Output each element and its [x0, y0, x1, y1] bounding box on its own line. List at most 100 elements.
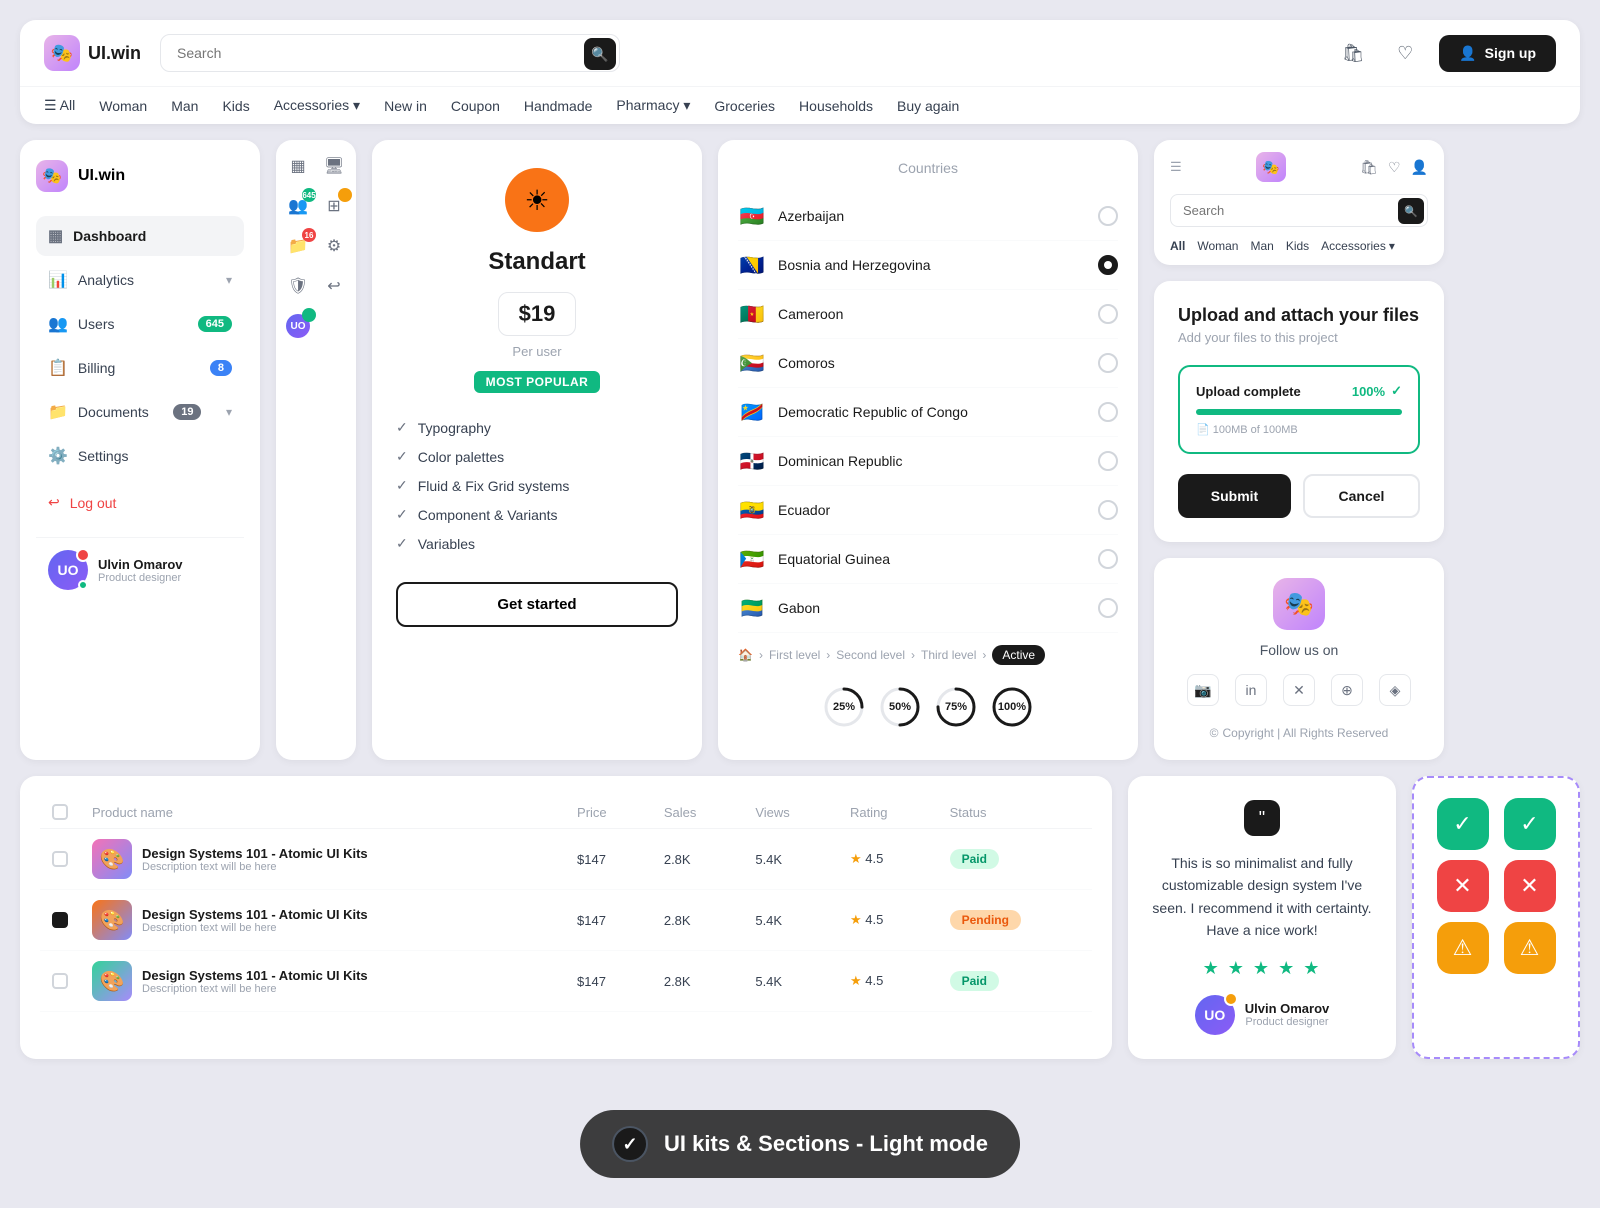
documents-chevron: ▾ [226, 405, 232, 419]
country-cameroon[interactable]: 🇨🇲 Cameroon [738, 290, 1118, 339]
mini-cart-icon[interactable]: 🛍 [1360, 159, 1378, 176]
rating-2: 4.5 [865, 912, 883, 927]
country-eq-guinea[interactable]: 🇬🇶 Equatorial Guinea [738, 535, 1118, 584]
nav-link-handmade[interactable]: Handmade [524, 98, 593, 114]
nav-link-pharmacy[interactable]: Pharmacy ▾ [616, 97, 690, 114]
country-ecuador[interactable]: 🇪🇨 Ecuador [738, 486, 1118, 535]
main-search-input[interactable] [160, 34, 620, 72]
check-button-2[interactable]: ✓ [1504, 798, 1556, 850]
dribbble-icon[interactable]: ⊕ [1331, 674, 1363, 706]
radio-dominican[interactable] [1098, 451, 1118, 471]
grid-icon-shield[interactable]: 🛡 [284, 272, 312, 300]
grid-icon-monitor[interactable]: 🖥 [320, 152, 348, 180]
country-drc[interactable]: 🇨🇩 Democratic Republic of Congo [738, 388, 1118, 437]
radio-eq-guinea[interactable] [1098, 549, 1118, 569]
country-comoros[interactable]: 🇰🇲 Comoros [738, 339, 1118, 388]
breadcrumb-third[interactable]: Third level [921, 648, 976, 662]
warning-button-2[interactable]: ⚠ [1504, 922, 1556, 974]
mini-link-accessories[interactable]: Accessories ▾ [1321, 239, 1395, 253]
product-desc-2: Description text will be here [142, 922, 368, 934]
mini-link-kids[interactable]: Kids [1286, 239, 1309, 253]
radio-ecuador[interactable] [1098, 500, 1118, 520]
linkedin-icon[interactable]: in [1235, 674, 1267, 706]
cancel-button[interactable]: Cancel [1303, 474, 1420, 518]
radio-azerbaijan[interactable] [1098, 206, 1118, 226]
country-bosnia[interactable]: 🇧🇦 Bosnia and Herzegovina [738, 241, 1118, 290]
nav-link-all[interactable]: ☰ All [44, 97, 75, 114]
flag-dominican: 🇩🇴 [738, 447, 766, 475]
nav-link-groceries[interactable]: Groceries [714, 98, 775, 114]
check-button-1[interactable]: ✓ [1437, 798, 1489, 850]
close-button-1[interactable]: ✕ [1437, 860, 1489, 912]
mini-search-button[interactable]: 🔍 [1398, 198, 1424, 224]
nav-link-man[interactable]: Man [171, 98, 198, 114]
product-thumb-3: 🎨 [92, 961, 132, 1001]
radio-bosnia[interactable] [1098, 255, 1118, 275]
sidebar-item-billing[interactable]: 📋 Billing 8 [36, 348, 244, 388]
grid-icon-user-avatar[interactable]: UO [284, 312, 312, 340]
file-icon: 📄 [1196, 424, 1210, 436]
mini-link-man[interactable]: Man [1250, 239, 1273, 253]
mini-heart-icon[interactable]: ♡ [1388, 159, 1401, 176]
pricing-title: Standart [396, 248, 678, 276]
breadcrumb-second[interactable]: Second level [836, 648, 905, 662]
radio-comoros[interactable] [1098, 353, 1118, 373]
col-sales: Sales [652, 796, 744, 829]
nav-link-newin[interactable]: New in [384, 98, 427, 114]
grid-icon-logout[interactable]: ↩ [320, 272, 348, 300]
breadcrumb-first[interactable]: First level [769, 648, 820, 662]
follow-card: 🎭 Follow us on 📷 in ✕ ⊕ ◈ © Copyright | … [1154, 558, 1444, 760]
wishlist-icon[interactable]: ♡ [1387, 35, 1423, 71]
table-select-all[interactable] [52, 804, 68, 820]
logo[interactable]: 🎭 UI.win [44, 35, 144, 71]
nav-link-kids[interactable]: Kids [222, 98, 249, 114]
logout-item[interactable]: ↩ Log out [36, 484, 244, 521]
sidebar-item-documents[interactable]: 📁 Documents 19 ▾ [36, 392, 244, 432]
country-azerbaijan[interactable]: 🇦🇿 Azerbaijan [738, 192, 1118, 241]
mini-link-woman[interactable]: Woman [1197, 239, 1238, 253]
sidebar-logo-icon: 🎭 [36, 160, 68, 192]
radio-gabon[interactable] [1098, 598, 1118, 618]
figma-icon[interactable]: ◈ [1379, 674, 1411, 706]
sidebar-item-dashboard[interactable]: ▦ Dashboard [36, 216, 244, 256]
mini-hamburger-icon[interactable]: ☰ [1170, 159, 1182, 175]
sidebar-card: 🎭 UI.win ▦ Dashboard 📊 Analytics ▾ 👥 Use… [20, 140, 260, 760]
country-gabon[interactable]: 🇬🇦 Gabon [738, 584, 1118, 633]
mini-search-input[interactable] [1170, 194, 1428, 227]
country-dominican[interactable]: 🇩🇴 Dominican Republic [738, 437, 1118, 486]
pricing-per: Per user [396, 344, 678, 359]
instagram-icon[interactable]: 📷 [1187, 674, 1219, 706]
sidebar-item-users[interactable]: 👥 Users 645 [36, 304, 244, 344]
nav-link-woman[interactable]: Woman [99, 98, 147, 114]
signup-button[interactable]: 👤 Sign up [1439, 35, 1556, 72]
grid-icon-users[interactable]: 👥 645 [284, 192, 312, 220]
row-checkbox-2[interactable] [52, 912, 68, 928]
grid-icon-dashboard[interactable]: ▦ [284, 152, 312, 180]
sidebar-item-settings[interactable]: ⚙️ Settings [36, 436, 244, 476]
nav-link-coupon[interactable]: Coupon [451, 98, 500, 114]
country-name-cameroon: Cameroon [778, 306, 1086, 322]
grid-icon-settings[interactable]: ⚙ [320, 232, 348, 260]
mini-user-icon[interactable]: 👤 [1411, 159, 1428, 176]
sidebar-item-analytics[interactable]: 📊 Analytics ▾ [36, 260, 244, 300]
close-button-2[interactable]: ✕ [1504, 860, 1556, 912]
warning-button-1[interactable]: ⚠ [1437, 922, 1489, 974]
nav-link-buyagain[interactable]: Buy again [897, 98, 959, 114]
upload-progress-label: Upload complete [1196, 384, 1301, 399]
get-started-button[interactable]: Get started [396, 582, 678, 627]
grid-icon-grid[interactable]: ⊞ [320, 192, 348, 220]
grid-icon-folder[interactable]: 📁 16 [284, 232, 312, 260]
radio-drc[interactable] [1098, 402, 1118, 422]
analytics-icon: 📊 [48, 270, 68, 290]
radio-cameroon[interactable] [1098, 304, 1118, 324]
twitter-x-icon[interactable]: ✕ [1283, 674, 1315, 706]
mini-link-all[interactable]: All [1170, 239, 1185, 253]
nav-link-accessories[interactable]: Accessories ▾ [274, 97, 360, 114]
cart-icon[interactable]: 🛍 [1335, 35, 1371, 71]
nav-link-households[interactable]: Households [799, 98, 873, 114]
row-checkbox-1[interactable] [52, 851, 68, 867]
submit-button[interactable]: Submit [1178, 474, 1291, 518]
sales-2: 2.8K [652, 890, 744, 951]
row-checkbox-3[interactable] [52, 973, 68, 989]
main-search-button[interactable]: 🔍 [584, 38, 616, 70]
